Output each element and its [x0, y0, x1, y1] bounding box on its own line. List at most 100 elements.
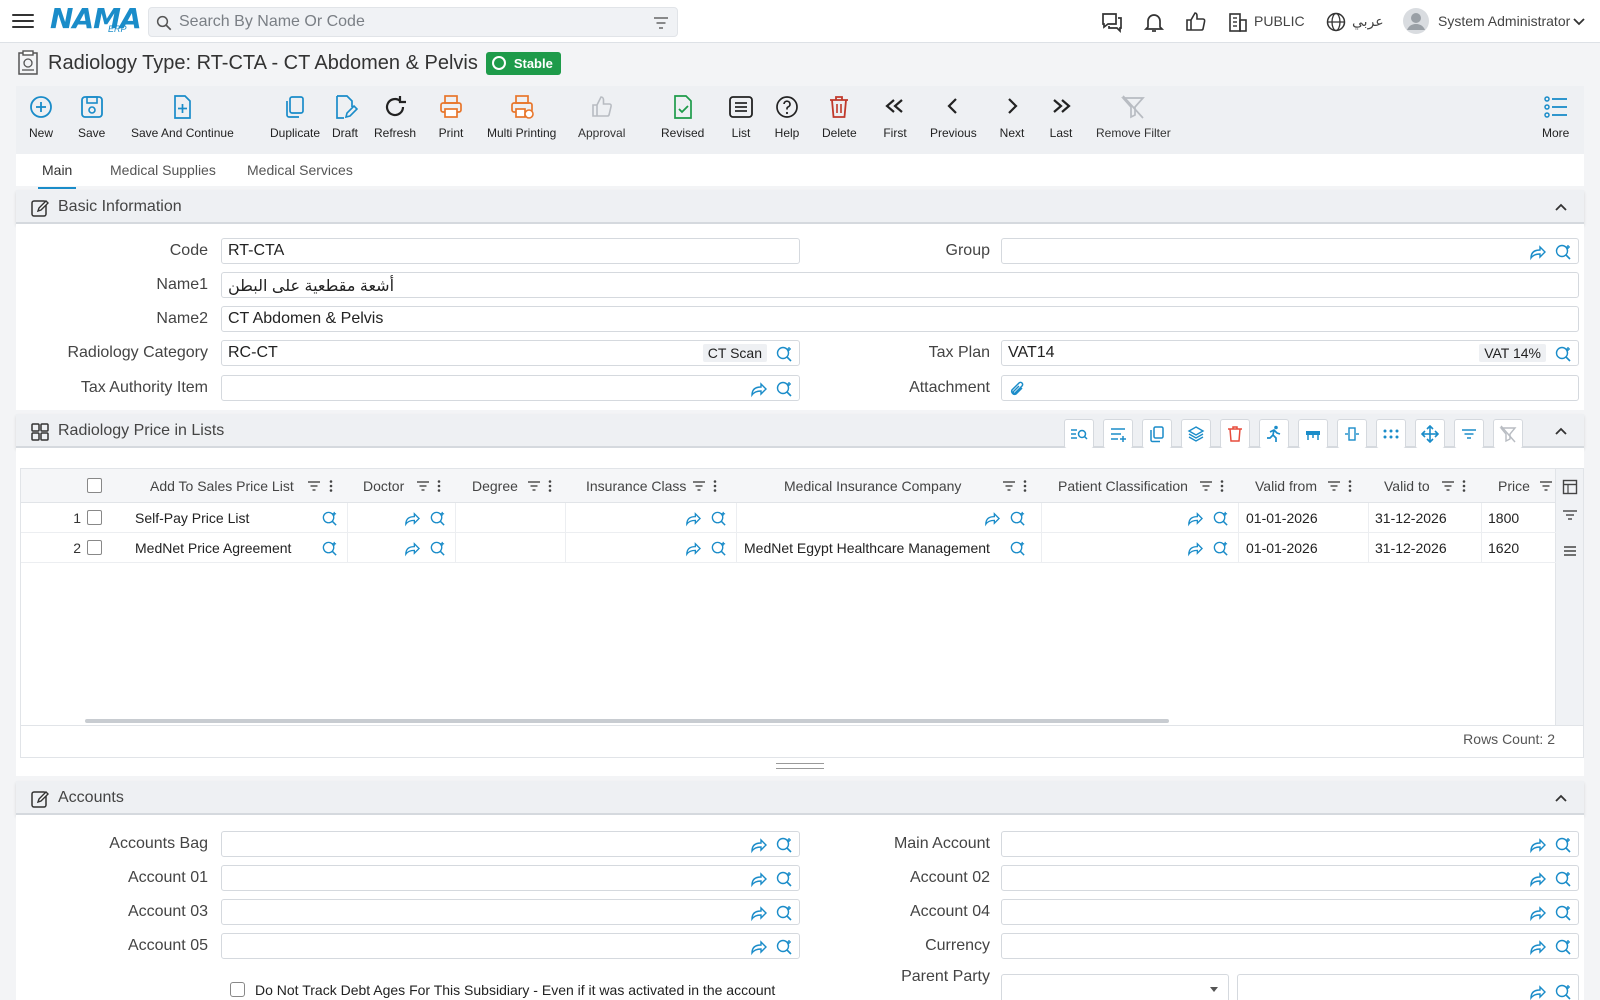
col-header-insurance-class[interactable]: Insurance Class — [586, 478, 686, 494]
delete-button[interactable]: Delete — [822, 94, 857, 140]
cell-insurance-company[interactable]: MedNet Egypt Healthcare Management — [744, 540, 990, 556]
remove-filter-button[interactable]: Remove Filter — [1096, 94, 1171, 140]
draft-button[interactable]: Draft — [332, 94, 358, 140]
lookup-icon[interactable] — [710, 510, 727, 527]
grid-add-row-button[interactable] — [1103, 419, 1133, 449]
last-button[interactable]: Last — [1048, 94, 1074, 140]
open-link-icon[interactable] — [749, 904, 767, 922]
tab-medical-services[interactable]: Medical Services — [247, 162, 353, 178]
kebab-icon[interactable] — [543, 479, 557, 493]
row-checkbox[interactable] — [87, 510, 102, 525]
lookup-icon[interactable] — [1554, 870, 1572, 888]
tax-authority-item-field[interactable] — [221, 375, 800, 401]
revised-button[interactable]: Revised — [661, 94, 704, 140]
bell-icon[interactable] — [1142, 10, 1166, 34]
col-header-insurance-company[interactable]: Medical Insurance Company — [784, 478, 961, 494]
next-button[interactable]: Next — [999, 94, 1025, 140]
filter-icon[interactable] — [1539, 479, 1553, 493]
user-name[interactable]: System Administrator — [1438, 13, 1570, 29]
lookup-icon[interactable] — [775, 345, 793, 363]
filter-icon[interactable] — [1199, 479, 1213, 493]
account04-field[interactable] — [1001, 899, 1579, 925]
chevron-down-icon[interactable] — [1572, 15, 1586, 29]
horizontal-scrollbar[interactable] — [85, 719, 1169, 723]
lookup-icon[interactable] — [1009, 510, 1026, 527]
kebab-icon[interactable] — [1215, 479, 1229, 493]
tax-plan-field[interactable]: VAT14 VAT 14% — [1001, 340, 1579, 366]
lookup-icon[interactable] — [1554, 983, 1572, 1000]
filter-icon[interactable] — [416, 479, 430, 493]
open-link-icon[interactable] — [749, 870, 767, 888]
kebab-icon[interactable] — [324, 479, 338, 493]
open-link-icon[interactable] — [1528, 904, 1546, 922]
parent-party-type-select[interactable] — [1001, 974, 1229, 1000]
filter-icon[interactable] — [1002, 479, 1016, 493]
cell-price-list[interactable]: MedNet Price Agreement — [135, 540, 291, 556]
public-label[interactable]: PUBLIC — [1254, 13, 1305, 29]
cell-price-list[interactable]: Self-Pay Price List — [135, 510, 249, 526]
filter-icon[interactable] — [527, 479, 541, 493]
print-button[interactable]: Print — [438, 94, 464, 140]
filter-icon[interactable] — [307, 479, 321, 493]
open-link-icon[interactable] — [684, 540, 701, 557]
search-input[interactable] — [179, 11, 639, 33]
columns-icon[interactable] — [1562, 479, 1578, 495]
col-header-degree[interactable]: Degree — [472, 478, 518, 494]
filter-icon[interactable] — [653, 15, 669, 31]
select-all-checkbox[interactable] — [87, 478, 102, 493]
open-link-icon[interactable] — [1528, 836, 1546, 854]
main-account-field[interactable] — [1001, 831, 1579, 857]
kebab-icon[interactable] — [1457, 479, 1471, 493]
table-row[interactable]: 2 MedNet Price Agreement MedNet Egypt He… — [21, 533, 1556, 563]
grid-run-button[interactable] — [1259, 419, 1289, 449]
col-header-price[interactable]: Price — [1498, 478, 1530, 494]
approval-button[interactable]: Approval — [578, 94, 625, 140]
open-link-icon[interactable] — [749, 836, 767, 854]
globe-icon[interactable] — [1324, 10, 1348, 34]
save-and-continue-button[interactable]: Save And Continue — [131, 94, 234, 140]
grid-layers-button[interactable] — [1181, 419, 1211, 449]
avatar[interactable] — [1402, 7, 1430, 35]
lookup-icon[interactable] — [775, 938, 793, 956]
chevron-up-icon[interactable] — [1554, 424, 1568, 438]
attachment-field[interactable] — [1001, 375, 1579, 401]
open-link-icon[interactable] — [983, 510, 1000, 527]
chevron-up-icon[interactable] — [1554, 791, 1568, 805]
multi-printing-button[interactable]: Multi Printing — [487, 94, 556, 140]
open-link-icon[interactable] — [684, 510, 701, 527]
open-link-icon[interactable] — [403, 510, 420, 527]
first-button[interactable]: First — [882, 94, 908, 140]
parent-party-field[interactable] — [1237, 974, 1579, 1000]
grid-table-button[interactable] — [1298, 419, 1328, 449]
col-header-doctor[interactable]: Doctor — [363, 478, 404, 494]
open-link-icon[interactable] — [1528, 243, 1546, 261]
lookup-icon[interactable] — [321, 540, 338, 557]
chevron-up-icon[interactable] — [1554, 200, 1568, 214]
tab-medical-supplies[interactable]: Medical Supplies — [110, 162, 216, 178]
app-logo[interactable]: NAMA — [50, 4, 142, 34]
cell-price[interactable]: 1620 — [1488, 540, 1519, 556]
paperclip-icon[interactable] — [1008, 380, 1026, 398]
grid-copy-button[interactable] — [1142, 419, 1172, 449]
resize-handle[interactable] — [776, 763, 824, 769]
account05-field[interactable] — [221, 933, 800, 959]
debt-ages-checkbox[interactable] — [230, 982, 245, 997]
kebab-icon[interactable] — [708, 479, 722, 493]
duplicate-button[interactable]: Duplicate — [270, 94, 320, 140]
cell-valid-to[interactable]: 31-12-2026 — [1375, 510, 1447, 526]
tab-main[interactable]: Main — [37, 162, 77, 189]
currency-field[interactable] — [1001, 933, 1579, 959]
accounts-header[interactable]: Accounts — [16, 781, 1584, 815]
lookup-icon[interactable] — [1554, 345, 1572, 363]
language-switch[interactable]: عربي — [1352, 13, 1384, 30]
lookup-icon[interactable] — [1212, 510, 1229, 527]
accounts-bag-field[interactable] — [221, 831, 800, 857]
lookup-icon[interactable] — [1554, 938, 1572, 956]
more-button[interactable]: More — [1542, 94, 1569, 140]
account02-field[interactable] — [1001, 865, 1579, 891]
cell-price[interactable]: 1800 — [1488, 510, 1519, 526]
save-button[interactable]: Save — [78, 94, 105, 140]
col-header-price-list[interactable]: Add To Sales Price List — [150, 478, 294, 494]
open-link-icon[interactable] — [1528, 870, 1546, 888]
price-lists-header[interactable]: Radiology Price in Lists — [16, 414, 1584, 449]
